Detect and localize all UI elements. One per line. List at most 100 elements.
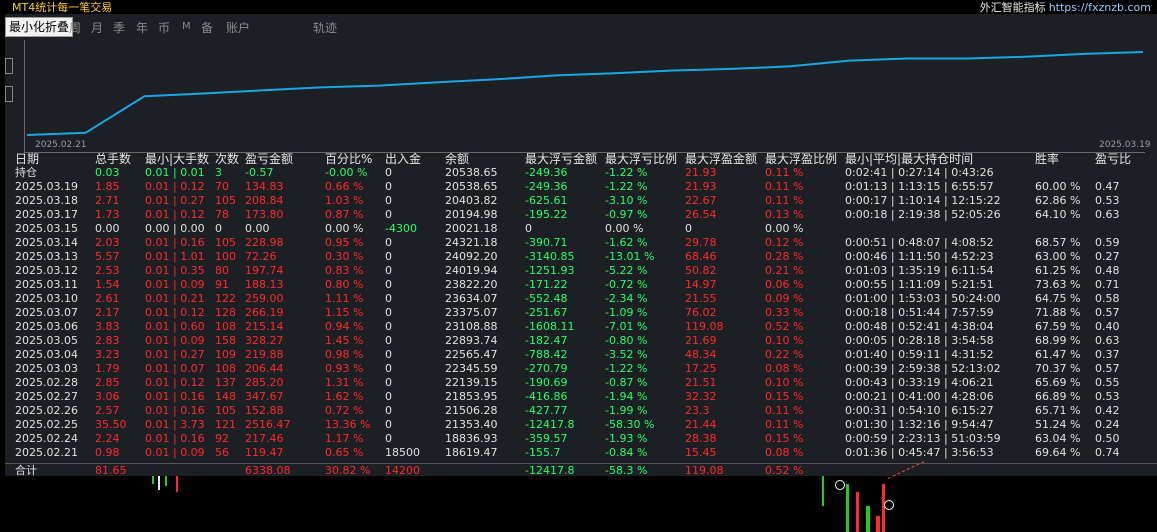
cell-minmax: 0.01 | 0.16 xyxy=(145,404,205,417)
table-row[interactable]: 2025.02.26 2.57 0.01 | 0.16 105 152.88 0.72 %… xyxy=(5,404,1157,418)
tab-month[interactable]: 月 xyxy=(91,19,103,36)
cell-max_fp: 21.44 xyxy=(685,418,717,431)
cell-lots: 1.73 xyxy=(95,208,120,221)
table-row[interactable]: 2025.03.10 2.61 0.01 | 0.21 122 259.00 1.11 %… xyxy=(5,292,1157,306)
cell-date: 2025.03.04 xyxy=(15,348,78,361)
cell-balance: 23375.07 xyxy=(445,306,498,319)
minimize-button[interactable]: 最小化折叠 xyxy=(5,17,74,37)
cell-max_dd: -12417.8 xyxy=(525,418,575,431)
tab-quarter[interactable]: 季 xyxy=(113,19,125,36)
cell-date: 2025.03.18 xyxy=(15,194,78,207)
cell-date: 2025.02.25 xyxy=(15,418,78,431)
cell-winrate: 71.88 % xyxy=(1035,306,1081,319)
cell-times: 0:01:40 | 0:59:11 | 4:31:52 xyxy=(845,348,994,361)
tab-year[interactable]: 年 xyxy=(136,19,148,36)
table-row[interactable]: 2025.03.05 2.83 0.01 | 0.09 158 328.27 1.45 %… xyxy=(5,334,1157,348)
cell-pnl: 215.14 xyxy=(245,320,284,333)
table-row[interactable]: 2025.03.11 1.54 0.01 | 0.09 91 188.13 0.80 % 0… xyxy=(5,278,1157,292)
holding-max_fp_pct: 0.11 % xyxy=(765,166,804,179)
cell-lots: 2.53 xyxy=(95,264,120,277)
cell-pnl: 206.44 xyxy=(245,362,284,375)
table-row[interactable]: 2025.03.14 2.03 0.01 | 0.16 105 228.98 0.95 %… xyxy=(5,236,1157,250)
cell-max_fp_pct: 0.15 % xyxy=(765,432,804,445)
tab-week[interactable]: 周 xyxy=(69,19,81,36)
header-count: 次数 xyxy=(215,152,240,166)
cell-times: 0:00:48 | 0:52:41 | 4:38:04 xyxy=(845,320,994,333)
table-row[interactable]: 2025.02.25 35.50 0.01 | 3.73 121 2516.47 13.3… xyxy=(5,418,1157,432)
cell-pct: 0.00 % xyxy=(325,222,364,235)
table-row[interactable]: 2025.03.12 2.53 0.01 | 0.35 80 197.74 0.83 % 0… xyxy=(5,264,1157,278)
cell-pct: 0.65 % xyxy=(325,446,364,459)
cell-minmax: 0.01 | 0.27 xyxy=(145,348,205,361)
cell-max_fp_pct: 0.10 % xyxy=(765,376,804,389)
brand-text: 外汇智能指标 xyxy=(979,1,1046,14)
cell-max_dd: -195.22 xyxy=(525,208,568,221)
header-max_dd_pct: 最大浮亏比例 xyxy=(605,152,678,166)
holding-row[interactable]: 持仓 0.03 0.01 | 0.01 3 -0.57 -0.00 % 0 20538.65 -… xyxy=(5,166,1157,180)
cell-balance: 21353.40 xyxy=(445,418,498,431)
table-row[interactable]: 2025.02.28 2.85 0.01 | 0.12 137 285.20 1.31 %… xyxy=(5,376,1157,390)
table-row[interactable]: 2025.03.03 1.79 0.01 | 0.07 108 206.44 0.93 %… xyxy=(5,362,1157,376)
cell-lots: 2.83 xyxy=(95,334,120,347)
price-chart-area xyxy=(0,461,1157,532)
header-balance: 余额 xyxy=(445,152,470,166)
cell-pnl: 266.19 xyxy=(245,306,284,319)
cell-date: 2025.03.03 xyxy=(15,362,78,375)
table-row[interactable]: 2025.03.17 1.73 0.01 | 0.12 78 173.80 0.87 % 0… xyxy=(5,208,1157,222)
cell-flow: 0 xyxy=(385,348,392,361)
cell-max_fp: 21.69 xyxy=(685,334,717,347)
cell-max_fp_pct: 0.52 % xyxy=(765,320,804,333)
cell-count: 80 xyxy=(215,264,229,277)
brand-url[interactable]: https://fxznzb.com xyxy=(1049,1,1151,14)
cell-pnl: 208.84 xyxy=(245,194,284,207)
table-row[interactable]: 2025.03.06 3.83 0.01 | 0.60 108 215.14 0.94 %… xyxy=(5,320,1157,334)
candle xyxy=(876,516,880,532)
table-row[interactable]: 2025.03.07 2.17 0.01 | 0.12 128 266.19 1.15 %… xyxy=(5,306,1157,320)
cell-pnl: 188.13 xyxy=(245,278,284,291)
cell-balance: 20403.82 xyxy=(445,194,498,207)
cell-pct: 13.36 % xyxy=(325,418,371,431)
cell-max_dd_pct: -5.22 % xyxy=(605,264,648,277)
holding-lots: 0.03 xyxy=(95,166,120,179)
cell-max_dd_pct: -13.01 % xyxy=(605,250,655,263)
table-row[interactable]: 2025.02.24 2.24 0.01 | 0.16 92 217.46 1.17 % 0… xyxy=(5,432,1157,446)
cell-max_dd_pct: -0.87 % xyxy=(605,376,648,389)
table-row[interactable]: 2025.03.13 5.57 0.01 | 1.01 100 72.26 0.30 % 0… xyxy=(5,250,1157,264)
tab-account[interactable]: 账户 xyxy=(226,19,250,36)
cell-flow: 0 xyxy=(385,390,392,403)
header-pnl: 盈亏金额 xyxy=(245,152,294,166)
table-row[interactable]: 2025.02.21 0.98 0.01 | 0.09 56 119.47 0.65 % 1… xyxy=(5,446,1157,460)
cell-max_fp: 28.38 xyxy=(685,432,717,445)
cell-date: 2025.02.21 xyxy=(15,446,78,459)
table-row[interactable]: 2025.03.18 2.71 0.01 | 0.27 105 208.84 1.03 %… xyxy=(5,194,1157,208)
cell-max_dd: -1608.11 xyxy=(525,320,575,333)
brand-label: 外汇智能指标 https://fxznzb.com xyxy=(980,0,1151,15)
tab-trajectory[interactable]: 轨迹 xyxy=(313,19,337,36)
cell-flow: 0 xyxy=(385,236,392,249)
cell-max_dd: -182.47 xyxy=(525,334,568,347)
cell-max_fp_pct: 0.28 % xyxy=(765,250,804,263)
cell-flow: 0 xyxy=(385,418,392,431)
cell-max_fp: 0 xyxy=(685,222,692,235)
table-row[interactable]: 2025.02.27 3.06 0.01 | 0.16 148 347.67 1.62 %… xyxy=(5,390,1157,404)
cell-balance: 20538.65 xyxy=(445,180,498,193)
cell-lots: 2.24 xyxy=(95,432,120,445)
cell-max_dd: -270.79 xyxy=(525,362,568,375)
table-row[interactable]: 2025.03.04 3.23 0.01 | 0.27 109 219.88 0.98 %… xyxy=(5,348,1157,362)
holding-minmax: 0.01 | 0.01 xyxy=(145,166,205,179)
cell-max_dd_pct: -3.52 % xyxy=(605,348,648,361)
cell-count: 105 xyxy=(215,404,236,417)
cell-max_fp_pct: 0.15 % xyxy=(765,390,804,403)
table-row[interactable]: 2025.03.19 1.85 0.01 | 0.12 70 134.83 0.66 % 0… xyxy=(5,180,1157,194)
table-row[interactable]: 2025.03.15 0.00 0.00 | 0.00 0 0.00 0.00 % -430… xyxy=(5,222,1157,236)
cell-minmax: 0.01 | 0.35 xyxy=(145,264,205,277)
holding-pnl: -0.57 xyxy=(245,166,274,179)
holding-balance: 20538.65 xyxy=(445,166,498,179)
cell-max_dd_pct: -1.09 % xyxy=(605,306,648,319)
cell-max_dd_pct: 0.00 % xyxy=(605,222,644,235)
cell-pct: 0.30 % xyxy=(325,250,364,263)
tab-note[interactable]: 备 xyxy=(201,19,213,36)
tab-magic[interactable]: M xyxy=(182,21,191,32)
tab-currency[interactable]: 币 xyxy=(158,19,170,36)
cell-pf: 0.63 xyxy=(1095,334,1120,347)
